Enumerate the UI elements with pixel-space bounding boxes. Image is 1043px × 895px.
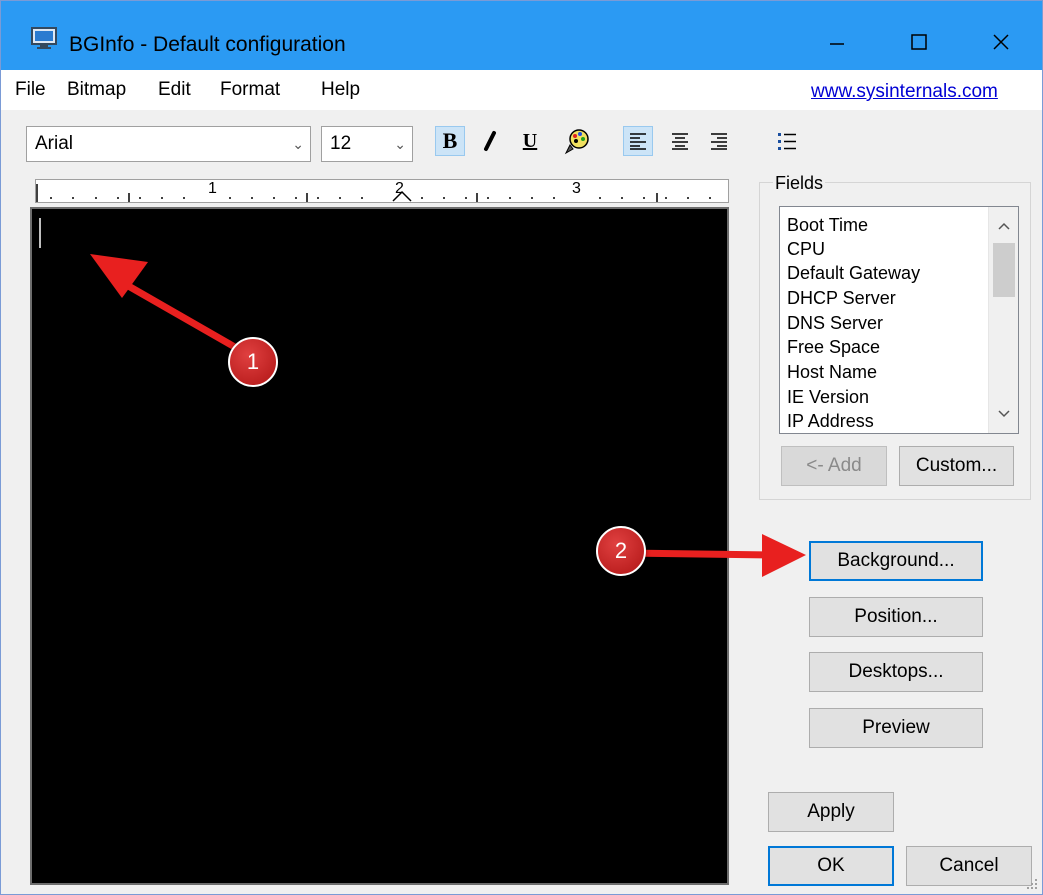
align-right-button[interactable] bbox=[704, 126, 734, 156]
add-field-button[interactable]: <- Add bbox=[781, 446, 887, 486]
maximize-icon bbox=[911, 34, 927, 50]
italic-button[interactable] bbox=[476, 126, 506, 156]
background-button[interactable]: Background... bbox=[809, 541, 983, 581]
font-size-select[interactable]: 12 ⌄ bbox=[321, 126, 413, 162]
scroll-up-button[interactable] bbox=[989, 211, 1018, 241]
bginfo-window: BGInfo - Default configuration File Bitm… bbox=[0, 0, 1043, 895]
bullet-list-icon bbox=[778, 133, 796, 150]
fields-title: Fields bbox=[773, 172, 826, 194]
color-button[interactable] bbox=[563, 126, 593, 156]
annotation-badge-1: 1 bbox=[228, 337, 278, 387]
color-picker-icon bbox=[564, 129, 589, 155]
list-item[interactable]: IP Address bbox=[787, 409, 874, 433]
ruler[interactable]: 1 2 3 bbox=[35, 179, 729, 203]
ruler-label-2: 2 bbox=[395, 180, 404, 197]
chevron-down-icon: ⌄ bbox=[394, 136, 406, 152]
fields-scrollbar[interactable] bbox=[988, 207, 1018, 433]
underline-label: U bbox=[522, 129, 538, 152]
menu-help[interactable]: Help bbox=[321, 79, 360, 101]
font-value: Arial bbox=[35, 133, 74, 154]
desktops-button[interactable]: Desktops... bbox=[809, 652, 983, 692]
menu-bar: File Bitmap Edit Format Help www.sysinte… bbox=[1, 70, 1042, 110]
font-size-value: 12 bbox=[330, 133, 352, 154]
menu-file[interactable]: File bbox=[15, 79, 46, 101]
menu-format[interactable]: Format bbox=[220, 79, 280, 101]
cancel-button[interactable]: Cancel bbox=[906, 846, 1032, 886]
list-item[interactable]: IE Version bbox=[787, 385, 869, 409]
align-right-icon bbox=[711, 133, 727, 150]
ok-button[interactable]: OK bbox=[768, 846, 894, 886]
close-button[interactable] bbox=[976, 22, 1026, 62]
ruler-ticks bbox=[36, 184, 711, 202]
ruler-label-3: 3 bbox=[572, 180, 581, 197]
format-toolbar: Arial ⌄ 12 ⌄ B U bbox=[1, 110, 1042, 170]
menu-edit[interactable]: Edit bbox=[158, 79, 191, 101]
align-left-icon bbox=[630, 133, 646, 150]
ruler-label-1: 1 bbox=[208, 180, 217, 197]
underline-button[interactable]: U bbox=[515, 126, 545, 156]
maximize-button[interactable] bbox=[894, 22, 944, 62]
list-item[interactable]: Host Name bbox=[787, 360, 877, 384]
chevron-down-icon: ⌄ bbox=[292, 136, 304, 152]
fields-list[interactable]: Boot Time CPU Default Gateway DHCP Serve… bbox=[779, 206, 1019, 434]
scroll-down-button[interactable] bbox=[989, 399, 1018, 429]
bold-label: B bbox=[442, 128, 458, 153]
sysinternals-link[interactable]: www.sysinternals.com bbox=[811, 81, 998, 103]
italic-icon bbox=[484, 131, 496, 151]
list-item[interactable]: Default Gateway bbox=[787, 261, 920, 285]
apply-button[interactable]: Apply bbox=[768, 792, 894, 832]
text-caret bbox=[39, 218, 41, 248]
align-center-icon bbox=[672, 133, 688, 150]
chevron-up-icon bbox=[998, 222, 1010, 230]
list-item[interactable]: DHCP Server bbox=[787, 286, 896, 310]
close-icon bbox=[993, 34, 1009, 50]
resize-grip-icon[interactable] bbox=[1024, 876, 1038, 890]
list-item[interactable]: Free Space bbox=[787, 335, 880, 359]
preview-button[interactable]: Preview bbox=[809, 708, 983, 748]
chevron-down-icon bbox=[998, 410, 1010, 418]
monitor-icon bbox=[31, 27, 57, 49]
bullets-button[interactable] bbox=[772, 126, 802, 156]
font-select[interactable]: Arial ⌄ bbox=[26, 126, 311, 162]
title-bar[interactable]: BGInfo - Default configuration bbox=[1, 1, 1042, 70]
list-item[interactable]: CPU bbox=[787, 237, 825, 261]
align-center-button[interactable] bbox=[665, 126, 695, 156]
bold-button[interactable]: B bbox=[435, 126, 465, 156]
menu-bitmap[interactable]: Bitmap bbox=[67, 79, 126, 101]
annotation-badge-2: 2 bbox=[596, 526, 646, 576]
position-button[interactable]: Position... bbox=[809, 597, 983, 637]
custom-field-button[interactable]: Custom... bbox=[899, 446, 1014, 486]
minimize-icon bbox=[830, 43, 844, 45]
align-left-button[interactable] bbox=[623, 126, 653, 156]
minimize-button[interactable] bbox=[812, 22, 862, 62]
list-item[interactable]: DNS Server bbox=[787, 311, 883, 335]
scroll-thumb[interactable] bbox=[993, 243, 1015, 297]
list-item[interactable]: Boot Time bbox=[787, 213, 868, 237]
window-title: BGInfo - Default configuration bbox=[69, 33, 346, 56]
